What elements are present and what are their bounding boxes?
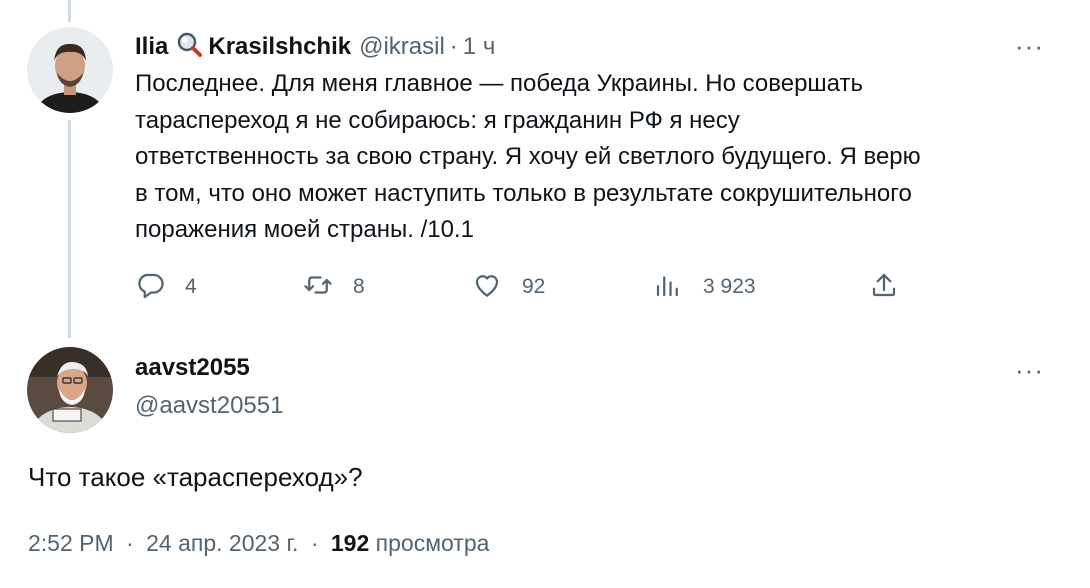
like-button[interactable]: 92: [472, 270, 545, 304]
retweet-icon: [303, 270, 333, 305]
analytics-icon: [653, 270, 683, 305]
more-options-icon[interactable]: ···: [1015, 33, 1044, 59]
tweet-header: Ilia Krasilshchik @ikrasil · 1 ч: [135, 31, 495, 62]
separator-dot: ·: [310, 530, 319, 556]
separator-dot: ·: [449, 32, 458, 60]
views-button[interactable]: 3 923: [653, 270, 756, 304]
share-button[interactable]: [869, 270, 899, 304]
display-name-last[interactable]: Krasilshchik: [208, 33, 351, 61]
views-label: просмотра: [375, 530, 490, 556]
views-count: 3 923: [703, 275, 756, 298]
views-count: 192: [330, 530, 370, 556]
author-handle[interactable]: @aavst20551: [135, 392, 283, 420]
retweet-button[interactable]: 8: [303, 270, 365, 304]
reply-handle-row: @aavst20551: [135, 392, 283, 420]
reply-text: Что такое «тараспереход»?: [28, 462, 363, 492]
thread-line-bottom: [68, 120, 71, 338]
more-options-icon[interactable]: ···: [1015, 357, 1044, 383]
heart-icon: [472, 270, 502, 305]
reply-display-name-row: aavst2055: [135, 354, 250, 382]
magnifier-icon: [176, 31, 203, 62]
tweet-meta: 2:52 PM · 24 апр. 2023 г. · 192 просмотр…: [28, 530, 489, 557]
reply-button[interactable]: 4: [135, 270, 197, 304]
display-name[interactable]: aavst2055: [135, 354, 250, 382]
reply-count: 4: [185, 275, 197, 298]
thread-line-top: [68, 0, 71, 22]
action-bar: 4 8 92 3 923: [135, 270, 905, 304]
post-date[interactable]: 24 апр. 2023 г.: [146, 530, 298, 556]
like-count: 92: [522, 275, 546, 298]
reply-icon: [135, 270, 165, 305]
avatar[interactable]: [27, 27, 113, 113]
retweet-count: 8: [353, 275, 365, 298]
share-icon: [869, 270, 899, 305]
separator-dot: ·: [126, 530, 134, 556]
display-name-first[interactable]: Ilia: [135, 33, 168, 61]
tweet-text: Последнее. Для меня главное — победа Укр…: [135, 70, 921, 243]
post-time[interactable]: 2:52 PM: [28, 530, 114, 556]
tweet-time[interactable]: 1 ч: [463, 33, 496, 61]
author-handle[interactable]: @ikrasil: [359, 33, 445, 61]
avatar[interactable]: [27, 347, 113, 433]
